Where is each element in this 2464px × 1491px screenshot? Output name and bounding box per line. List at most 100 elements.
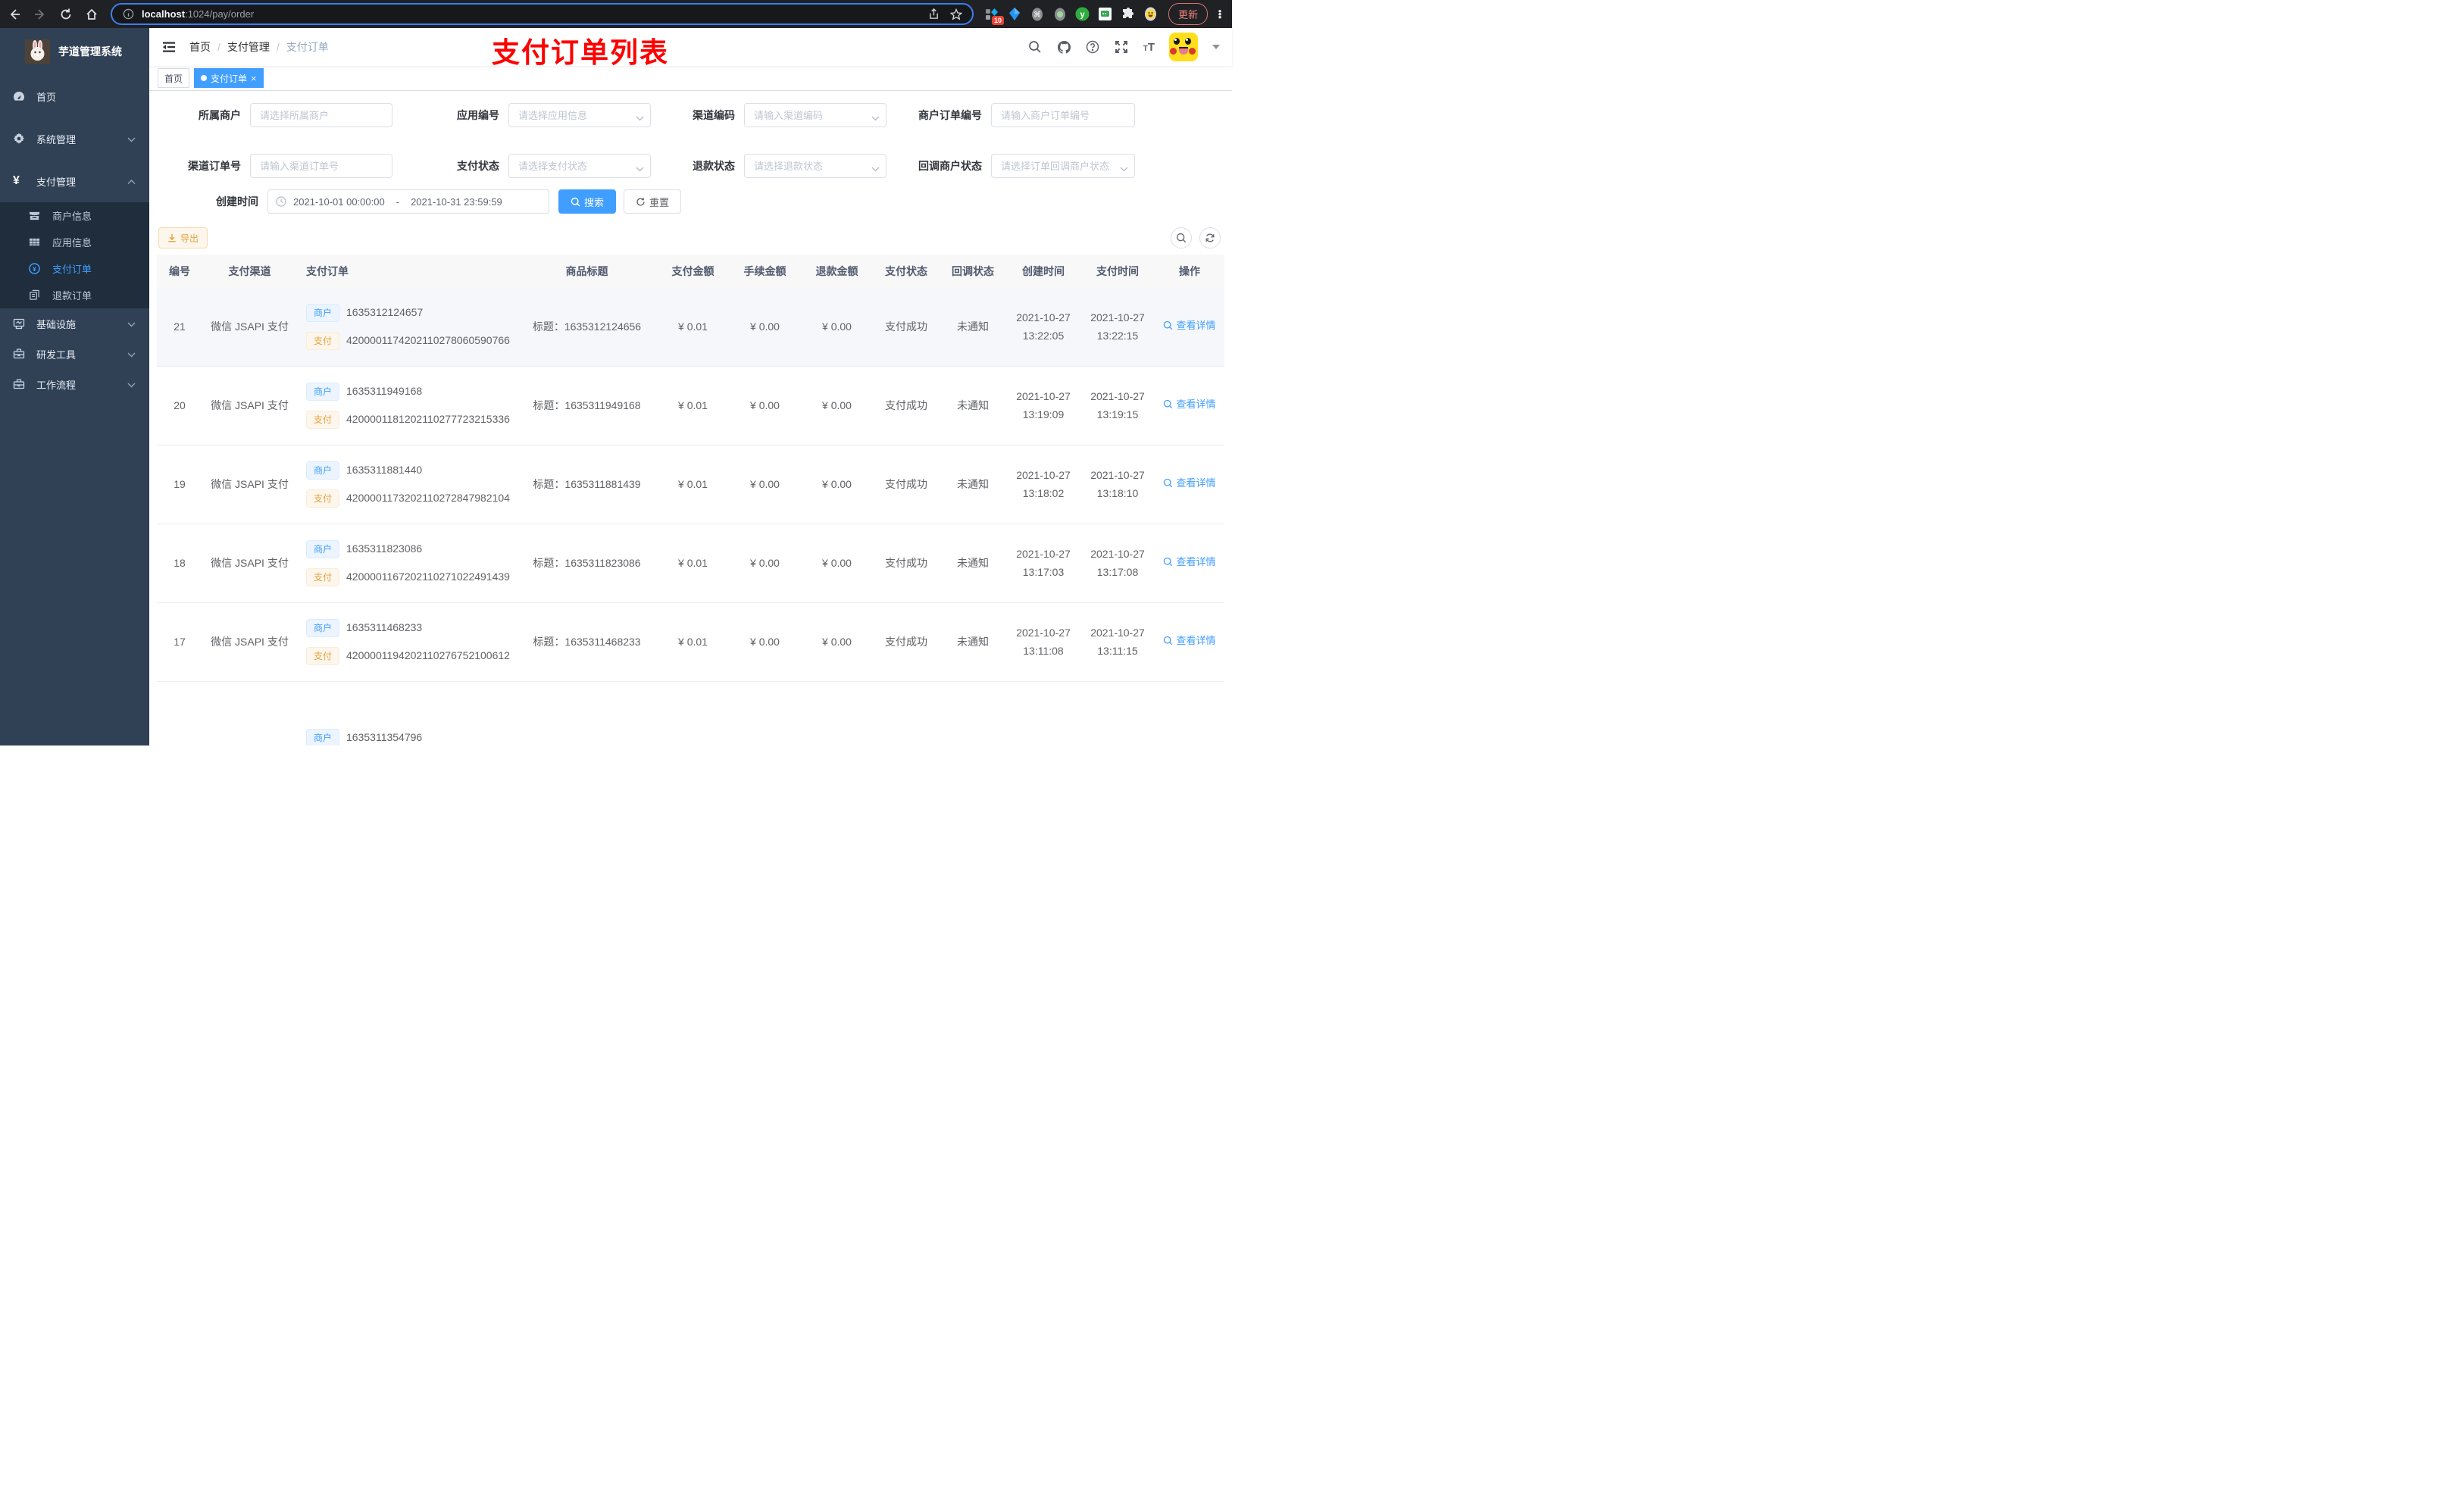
forward-icon[interactable]: [33, 8, 47, 21]
home-icon[interactable]: [85, 8, 98, 21]
cell-amount: [657, 681, 729, 746]
breadcrumb-home[interactable]: 首页: [189, 39, 211, 55]
close-icon[interactable]: ×: [251, 73, 257, 83]
view-detail-link[interactable]: 查看详情: [1163, 554, 1216, 570]
table-row[interactable]: 21 微信 JSAPI 支付 商户 1635312124657 支付 4200001…: [157, 288, 1224, 367]
hamburger-icon[interactable]: [161, 39, 177, 55]
cell-channel: 微信 JSAPI 支付: [202, 366, 297, 445]
sidebar-item-infra[interactable]: 基础设施: [0, 308, 149, 339]
cell-title: 标题：1635312124656: [517, 288, 657, 367]
extension-icon-6[interactable]: [1098, 7, 1112, 21]
filter-channel-code: 渠道编码: [651, 103, 886, 127]
sidebar-item-label: 支付管理: [36, 176, 77, 188]
search-button[interactable]: 搜索: [558, 189, 617, 214]
reset-button[interactable]: 重置: [624, 189, 682, 214]
chevron-down-icon: [127, 133, 136, 145]
view-detail-link[interactable]: 查看详情: [1163, 633, 1216, 649]
page-content: 所属商户 应用编号 渠道编码 商户订单编号: [149, 91, 1232, 746]
cell-fee: ¥ 0.00: [729, 288, 801, 367]
caret-down-icon[interactable]: [1212, 45, 1220, 49]
extension-icon-4[interactable]: [1052, 7, 1067, 21]
sidebar-item-workflow[interactable]: 工作流程: [0, 369, 149, 399]
chevron-up-icon: [127, 176, 136, 187]
sidebar-item-pay-order[interactable]: ¥ 支付订单: [0, 255, 149, 282]
extension-icon-2[interactable]: [1007, 7, 1021, 21]
info-icon[interactable]: [121, 8, 135, 21]
address-bar[interactable]: localhost:1024/pay/order: [111, 3, 974, 25]
cell-channel: 微信 JSAPI 支付: [202, 602, 297, 682]
sidebar-item-refund-order[interactable]: 退款订单: [0, 282, 149, 308]
merchant-order-no: 1635311468233: [346, 621, 423, 634]
browser-update-button[interactable]: 更新: [1168, 3, 1209, 25]
star-icon[interactable]: [949, 8, 963, 21]
table-row[interactable]: 17 微信 JSAPI 支付 商户 1635311468233 支付 4200001…: [157, 602, 1224, 682]
view-detail-link[interactable]: 查看详情: [1163, 475, 1216, 492]
notify-status-select[interactable]: [991, 154, 1135, 178]
export-button[interactable]: 导出: [158, 227, 208, 248]
cell-order: 商户 1635312124657 支付 4200001174202110278060…: [297, 288, 517, 367]
store-icon: [29, 210, 40, 221]
extension-icon-5[interactable]: y: [1075, 7, 1090, 21]
cell-id: 20: [157, 366, 202, 445]
cell-create-time: 2021-10-27 13:11:08: [1006, 602, 1080, 682]
breadcrumb-pay[interactable]: 支付管理: [227, 39, 270, 55]
filter-channel-order-no: 渠道订单号: [157, 154, 392, 178]
table-row[interactable]: 18 微信 JSAPI 支付 商户 1635311823086 支付 4200001…: [157, 524, 1224, 603]
pay-tag: 支付: [306, 647, 340, 665]
sidebar-item-system[interactable]: 系统管理: [0, 117, 149, 160]
cell-refund: ¥ 0.00: [801, 524, 873, 603]
date-range-picker[interactable]: 2021-10-01 00:00:00 - 2021-10-31 23:59:5…: [267, 189, 549, 214]
channel-order-no-input[interactable]: [250, 154, 392, 178]
question-icon[interactable]: [1086, 40, 1100, 55]
refund-status-select[interactable]: [744, 154, 886, 178]
toggle-search-button[interactable]: [1171, 227, 1192, 248]
kebab-menu-icon[interactable]: • • •: [1215, 6, 1224, 22]
reload-icon[interactable]: [59, 8, 73, 21]
avatar[interactable]: [1169, 33, 1198, 61]
svg-text:⌘: ⌘: [1033, 11, 1041, 19]
channel-pay-no: 4200001173202110272847982104: [346, 492, 510, 505]
cell-notify-status: 未通知: [940, 524, 1006, 603]
merchant-order-no-input[interactable]: [991, 103, 1135, 127]
share-icon[interactable]: [927, 8, 940, 21]
puzzle-icon[interactable]: [1121, 7, 1135, 21]
merchant-tag: 商户: [306, 729, 340, 746]
filter-label: 渠道订单号: [188, 160, 241, 172]
filter-merchant-order-no: 商户订单编号: [886, 103, 1135, 127]
cell-pay-time: 2021-10-27 13:19:15: [1080, 366, 1155, 445]
table-row[interactable]: 20 微信 JSAPI 支付 商户 1635311949168 支付 4200001…: [157, 366, 1224, 445]
active-dot: [201, 75, 208, 81]
extension-icon-1[interactable]: 10: [984, 7, 1004, 25]
merchant-input[interactable]: [250, 103, 392, 127]
date-separator: -: [396, 195, 400, 208]
filter-label: 退款状态: [693, 160, 735, 172]
search-icon[interactable]: [1028, 40, 1043, 55]
column-header: 商品标题: [517, 255, 657, 288]
channel-code-select[interactable]: [744, 103, 886, 127]
font-size-icon[interactable]: TT: [1143, 41, 1155, 54]
cell-id: 19: [157, 445, 202, 524]
app-logo[interactable]: 芋道管理系统: [0, 28, 149, 75]
app-id-select[interactable]: [508, 103, 651, 127]
profile-avatar-icon[interactable]: [1143, 7, 1158, 21]
refresh-button[interactable]: [1199, 227, 1221, 248]
view-detail-link[interactable]: 查看详情: [1163, 317, 1216, 334]
table-row[interactable]: 19 微信 JSAPI 支付 商户 1635311881440 支付 4200001…: [157, 445, 1224, 524]
sidebar-item-home[interactable]: 首页: [0, 75, 149, 117]
fullscreen-icon[interactable]: [1115, 40, 1129, 55]
extension-icon-3[interactable]: ⌘: [1030, 7, 1044, 21]
sidebar-item-label: 应用信息: [52, 237, 92, 248]
github-icon[interactable]: [1057, 40, 1071, 55]
sidebar-item-merchant-info[interactable]: 商户信息: [0, 202, 149, 229]
sidebar-item-pay[interactable]: ¥ 支付管理: [0, 160, 149, 202]
merchant-tag: 商户: [306, 383, 340, 401]
yen-icon: ¥: [13, 174, 20, 187]
sidebar-item-dev-tools[interactable]: 研发工具: [0, 339, 149, 369]
table-row[interactable]: 商户1635311354796 支付: [157, 681, 1224, 746]
pay-status-select[interactable]: [508, 154, 651, 178]
back-icon[interactable]: [8, 8, 21, 21]
view-detail-link[interactable]: 查看详情: [1163, 396, 1216, 413]
sidebar-item-app-info[interactable]: 应用信息: [0, 229, 149, 255]
tag-home[interactable]: 首页: [158, 68, 190, 88]
tag-pay-order[interactable]: 支付订单 ×: [194, 68, 264, 88]
